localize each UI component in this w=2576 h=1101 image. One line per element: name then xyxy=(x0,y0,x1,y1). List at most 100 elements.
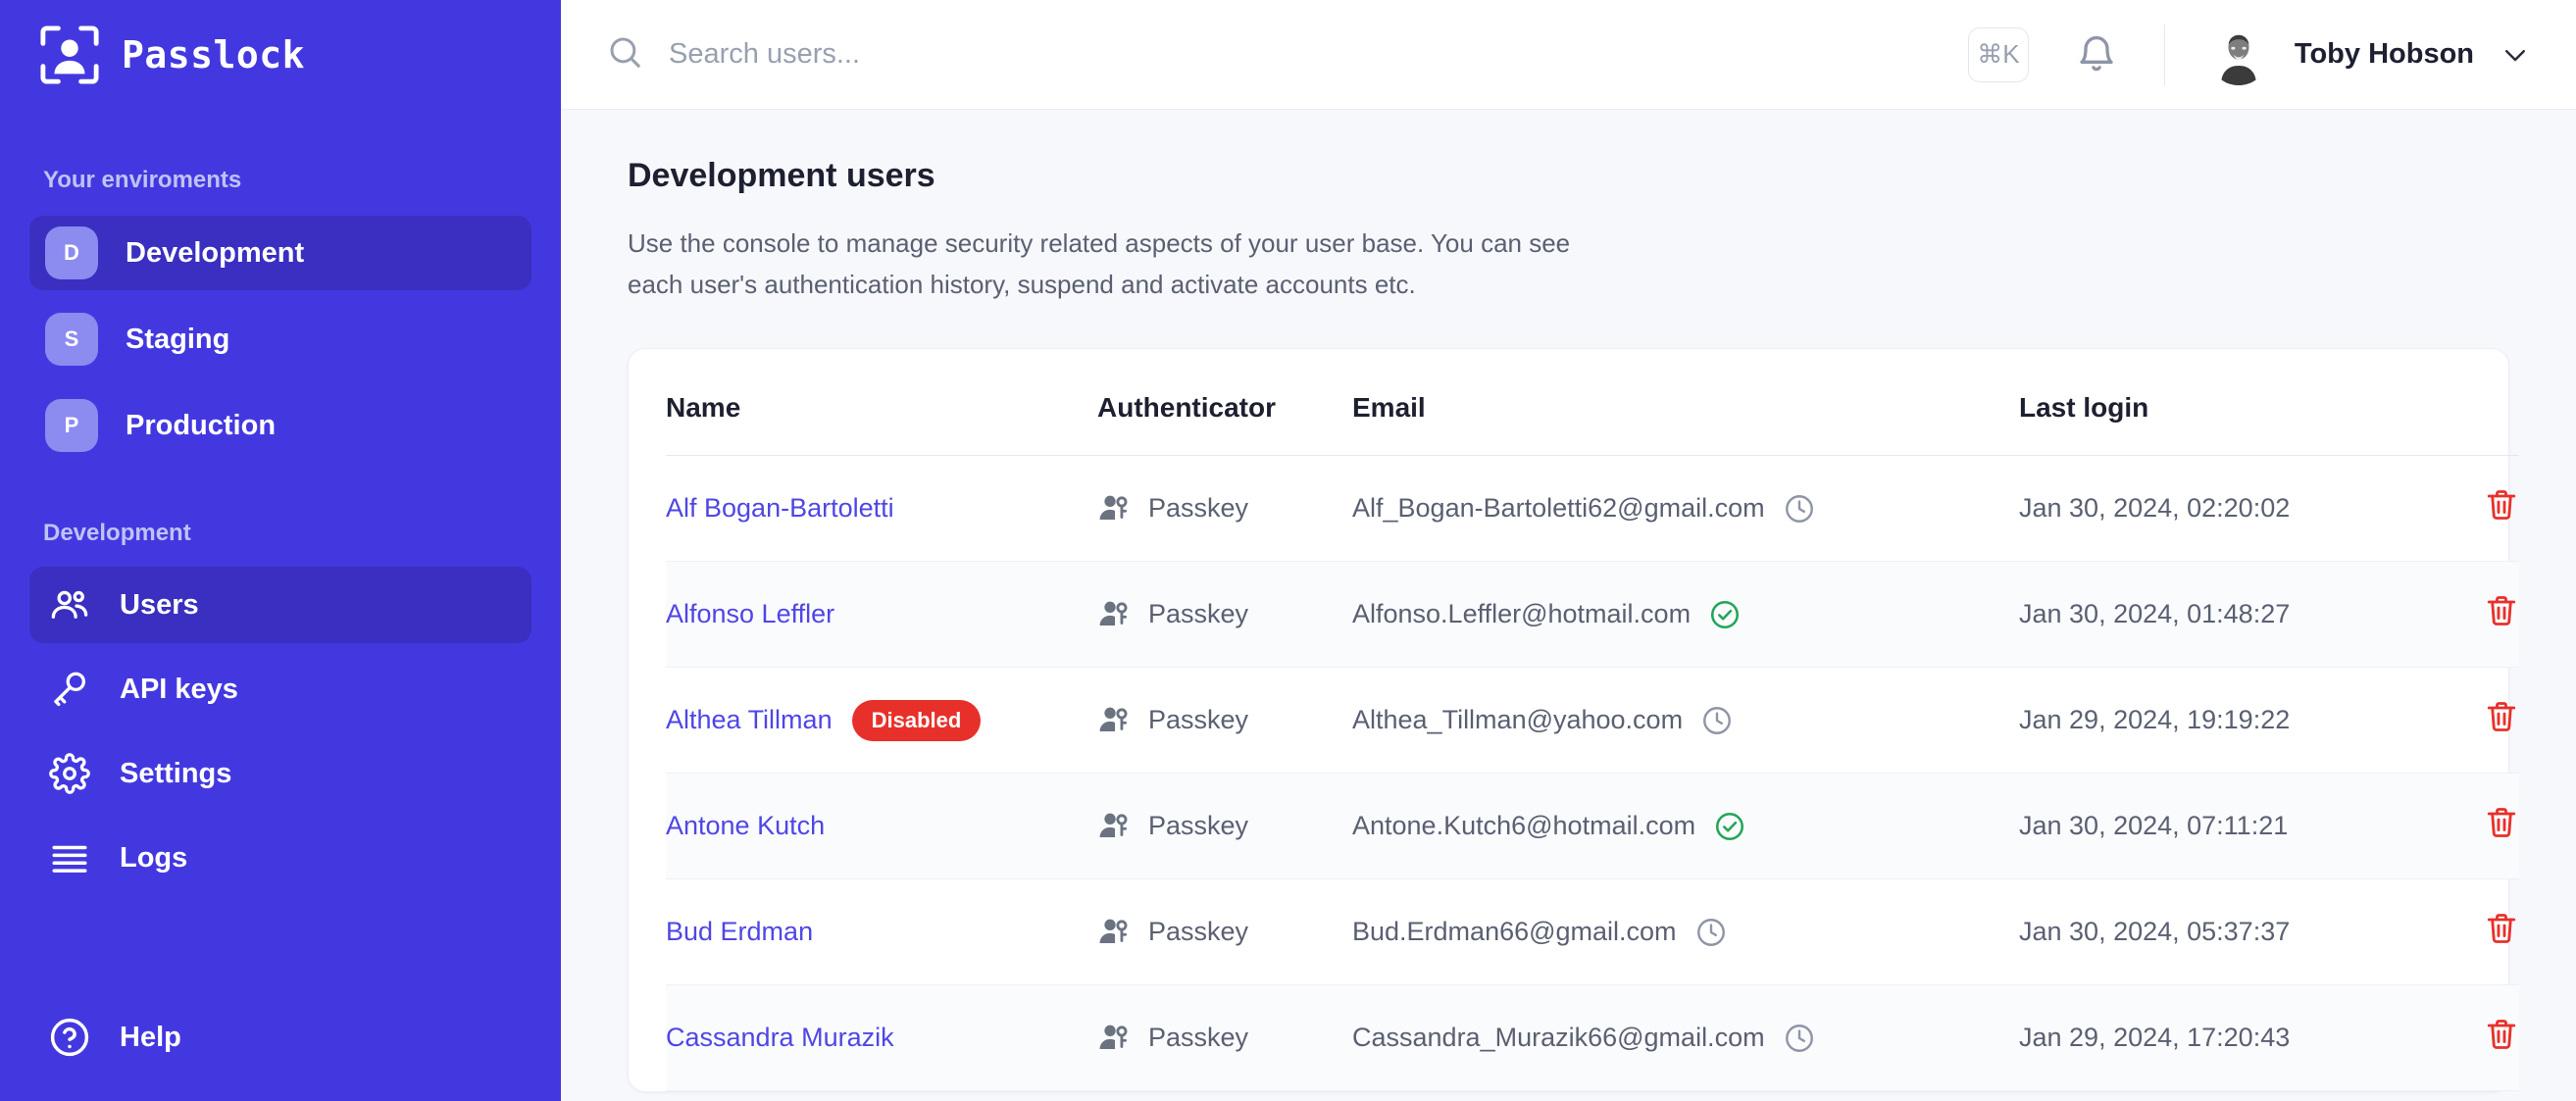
sidebar-section-environments: Your enviroments xyxy=(43,167,242,193)
cell-last-login: Jan 30, 2024, 02:20:02 xyxy=(2019,455,2411,563)
email-text: Antone.Kutch6@hotmail.com xyxy=(1352,811,1696,841)
sidebar-item-label: Help xyxy=(120,1021,181,1053)
sidebar-item-label: API keys xyxy=(120,673,238,705)
cell-actions xyxy=(2411,455,2519,563)
topbar-actions: ⌘K Toby Hobson xyxy=(1967,24,2531,85)
sidebar-env-staging[interactable]: S Staging xyxy=(29,302,531,376)
cell-authenticator: Passkey xyxy=(1097,773,1352,880)
sidebar-item-settings[interactable]: Settings xyxy=(29,735,531,812)
user-name-link[interactable]: Alfonso Leffler xyxy=(666,599,834,629)
main-area: ⌘K xyxy=(561,0,2576,1101)
cell-authenticator: Passkey xyxy=(1097,455,1352,563)
cell-last-login: Jan 30, 2024, 05:37:37 xyxy=(2019,878,2411,986)
delete-user-button[interactable] xyxy=(2484,911,2519,946)
list-icon xyxy=(47,835,92,880)
table-row: Alfonso Leffler Passkey Alfonso.Leffler@… xyxy=(666,561,2519,669)
question-circle-icon xyxy=(47,1015,92,1060)
passkey-user-icon xyxy=(1097,1022,1131,1055)
authenticator-label: Passkey xyxy=(1148,917,1249,947)
column-header-last-login: Last login xyxy=(2019,349,2411,457)
table-row: Antone Kutch Passkey Antone.Kutch6@hotma… xyxy=(666,773,2519,880)
sidebar-item-logs[interactable]: Logs xyxy=(29,820,531,896)
page-title: Development users xyxy=(628,157,935,194)
status-badge: Disabled xyxy=(851,699,982,741)
user-name-link[interactable]: Bud Erdman xyxy=(666,917,813,947)
column-header-authenticator: Authenticator xyxy=(1097,349,1352,457)
avatar xyxy=(2207,24,2269,85)
user-scan-icon xyxy=(39,25,100,85)
cell-email: Althea_Tillman@yahoo.com xyxy=(1352,667,2019,775)
cell-last-login: Jan 29, 2024, 17:20:43 xyxy=(2019,984,2411,1092)
search-container[interactable] xyxy=(606,33,1968,75)
brand[interactable]: Passlock xyxy=(29,0,531,110)
column-header-name: Name xyxy=(666,349,1097,457)
key-icon xyxy=(47,667,92,712)
cell-authenticator: Passkey xyxy=(1097,561,1352,669)
column-header-email: Email xyxy=(1352,349,2019,457)
authenticator-label: Passkey xyxy=(1148,493,1249,524)
user-name-link[interactable]: Althea Tillman xyxy=(666,705,833,735)
user-name-link[interactable]: Antone Kutch xyxy=(666,811,825,841)
table-row: Bud Erdman Passkey Bud.Erdman66@gmail.co… xyxy=(666,878,2519,986)
cell-last-login: Jan 30, 2024, 01:48:27 xyxy=(2019,561,2411,669)
delete-user-button[interactable] xyxy=(2484,487,2519,523)
delete-user-button[interactable] xyxy=(2484,699,2519,734)
authenticator-label: Passkey xyxy=(1148,599,1249,629)
column-header-actions xyxy=(2411,349,2519,457)
users-table: Name Authenticator Email Last login Alf … xyxy=(666,349,2519,1092)
env-label: Development xyxy=(126,236,305,269)
sidebar-env-development[interactable]: D Development xyxy=(29,216,531,290)
passkey-user-icon xyxy=(1097,704,1131,737)
passkey-user-icon xyxy=(1097,492,1131,525)
trash-icon xyxy=(2484,487,2519,523)
user-name-link[interactable]: Cassandra Murazik xyxy=(666,1023,894,1053)
sidebar-item-users[interactable]: Users xyxy=(29,567,531,643)
sidebar-item-help[interactable]: Help xyxy=(29,1015,181,1060)
search-input[interactable] xyxy=(669,38,1968,71)
sidebar-item-label: Settings xyxy=(120,757,232,789)
user-menu[interactable]: Toby Hobson xyxy=(2207,24,2531,85)
authenticator-label: Passkey xyxy=(1148,811,1249,841)
cell-email: Bud.Erdman66@gmail.com xyxy=(1352,878,2019,986)
email-text: Althea_Tillman@yahoo.com xyxy=(1352,705,1684,735)
passkey-user-icon xyxy=(1097,916,1131,949)
users-table-card: Name Authenticator Email Last login Alf … xyxy=(628,348,2519,1093)
cell-actions xyxy=(2411,773,2519,880)
trash-icon xyxy=(2484,593,2519,628)
search-shortcut-badge[interactable]: ⌘K xyxy=(1967,26,2029,82)
delete-user-button[interactable] xyxy=(2484,1017,2519,1052)
sidebar-item-api-keys[interactable]: API keys xyxy=(29,651,531,727)
delete-user-button[interactable] xyxy=(2484,805,2519,840)
table-row: Alf Bogan-Bartoletti Passkey Alf_Bogan-B… xyxy=(666,455,2519,563)
chevron-down-icon[interactable] xyxy=(2500,39,2531,71)
page-content: Development users Use the console to man… xyxy=(561,110,2576,1101)
env-label: Production xyxy=(126,409,277,441)
user-name-link[interactable]: Alf Bogan-Bartoletti xyxy=(666,493,894,524)
cell-actions xyxy=(2411,561,2519,669)
bell-icon[interactable] xyxy=(2072,30,2121,79)
topbar-divider xyxy=(2163,24,2165,85)
clock-icon xyxy=(1783,1022,1816,1055)
cell-name: Cassandra Murazik xyxy=(666,984,1097,1092)
sidebar-item-label: Logs xyxy=(120,841,188,874)
brand-name: Passlock xyxy=(122,33,306,76)
email-text: Alf_Bogan-Bartoletti62@gmail.com xyxy=(1352,493,1765,524)
delete-user-button[interactable] xyxy=(2484,593,2519,628)
cell-actions xyxy=(2411,667,2519,775)
table-row: Althea Tillman Disabled Passkey Althea_T… xyxy=(666,667,2519,775)
cell-actions xyxy=(2411,878,2519,986)
table-body: Alf Bogan-Bartoletti Passkey Alf_Bogan-B… xyxy=(666,455,2519,1092)
email-text: Alfonso.Leffler@hotmail.com xyxy=(1352,599,1692,629)
cell-name: Alf Bogan-Bartoletti xyxy=(666,455,1097,563)
sidebar-env-production[interactable]: P Production xyxy=(29,388,531,463)
cell-name: Antone Kutch xyxy=(666,773,1097,880)
env-label: Staging xyxy=(126,323,230,355)
sidebar-section-current-env: Development xyxy=(43,520,191,546)
passkey-user-icon xyxy=(1097,598,1131,631)
env-initial-badge: P xyxy=(45,399,98,452)
check-circle-icon xyxy=(1708,598,1742,631)
search-icon xyxy=(606,33,643,75)
sidebar-item-label: Users xyxy=(120,588,199,621)
clock-icon xyxy=(1700,704,1734,737)
email-text: Bud.Erdman66@gmail.com xyxy=(1352,917,1677,947)
